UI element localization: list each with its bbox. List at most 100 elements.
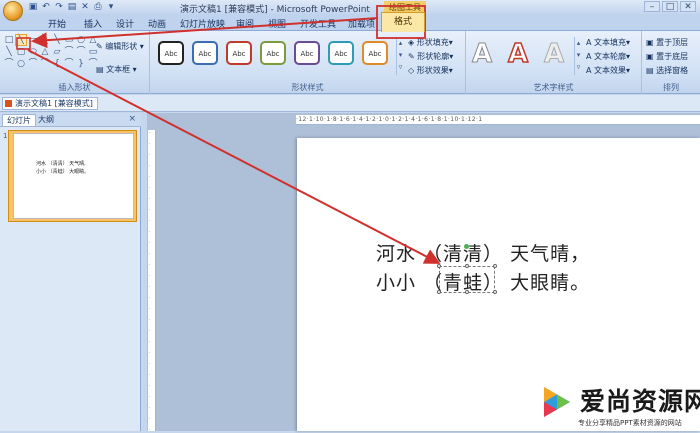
thumb-line-2: 小小 （青蛙） 大眼睛。 [36,169,90,175]
open-icon[interactable]: ▤ [67,2,77,12]
shape-icon[interactable]: ╲ [52,35,62,45]
wordart-style-red[interactable]: A [507,38,529,70]
minimize-button[interactable]: – [644,1,660,12]
shape-icon[interactable]: ╲ [15,34,27,46]
shape-style-preset[interactable]: Abc [158,41,184,65]
textbox-button[interactable]: ▤ 文本框 ▾ [96,64,137,75]
rotation-handle[interactable] [464,244,469,249]
edit-shape-button[interactable]: ✎ 编辑形状 ▾ [96,41,144,52]
undo-icon[interactable]: ↶ [41,2,51,12]
shape-style-preset[interactable]: Abc [362,41,388,65]
shape-icon[interactable]: ○ [16,59,26,69]
shape-icon[interactable]: △ [40,47,50,57]
watermark-logo [544,387,570,417]
wordart-gallery-scroll[interactable]: ▴ ▾ ▿ [574,37,582,75]
shape-icon[interactable]: ╲ [4,47,14,57]
text-effects-button[interactable]: A 文本效果▾ [586,65,630,76]
document-tab[interactable]: 演示文稿1 [兼容模式] [2,97,98,110]
shape-icon[interactable]: ⌒ [64,59,74,69]
shape-icon[interactable]: ▭ [28,35,38,45]
text-fill-button[interactable]: A 文本填充▾ [586,37,630,48]
ruler-tick: · [149,284,151,290]
shape-styles-label: 形状样式 [291,83,324,92]
tab-addins[interactable]: 加载项 [348,17,375,30]
print-icon[interactable]: ⎙ [93,2,103,12]
tab-animation[interactable]: 动画 [148,17,166,30]
quick-access-toolbar: ▣ ↶ ↷ ▤ ✕ ⎙ ▾ [28,1,116,13]
tab-view[interactable]: 视图 [268,17,286,30]
tab-format[interactable]: 格式 [381,12,425,32]
send-back-button[interactable]: ▣ 置于底层 [646,51,688,62]
document-tab-label: 演示文稿1 [兼容模式] [15,99,93,108]
textbox-label: 文本框 [106,65,131,74]
ribbon: □ ╲ ▭ ╲ ╲ ▭ ○ △ ╲ ▢ ⬭ △ ▱ ⌒ ⌒ ▭ ⌒ ○ ⌒ ⌒{⌒} ⌒ ✎ 编辑形状 ▾ ▤ 文本框 … [0,31,700,94]
shape-styles-group: Abc Abc Abc Abc Abc Abc Abc ▴ ▾ ▿ ◈ 形状填充▾ ✎ 形状轮廓… [150,31,466,94]
wordart-style-outline[interactable]: A [471,39,492,70]
save-icon[interactable]: ▣ [28,2,38,12]
send-back-label: 置于底层 [656,52,689,61]
office-button[interactable] [3,1,23,21]
wordart-style-gray[interactable]: A [543,39,564,70]
shape-fill-button[interactable]: ◈ 形状填充▾ [408,37,453,48]
maximize-button[interactable]: □ [662,1,678,12]
tab-design[interactable]: 设计 [116,17,134,30]
slide-thumbnail[interactable]: 河水 （清清） 天气晴, 小小 （青蛙） 大眼睛。 [13,133,134,219]
shape-icon[interactable]: ▢ [16,47,26,57]
shape-icon[interactable]: ⬭ [28,47,38,57]
resize-handle[interactable] [437,290,441,294]
tab-developer[interactable]: 开发工具 [300,17,336,30]
more-icon[interactable]: ▾ [106,2,116,12]
resize-handle[interactable] [437,264,441,268]
shape-icon[interactable]: ⌒ [28,59,38,69]
shape-style-preset[interactable]: Abc [192,41,218,65]
selected-bracket-shape[interactable] [439,266,495,293]
ruler-tick: · [149,251,151,257]
shape-icon[interactable]: ⌒ [40,59,50,69]
pane-close-icon[interactable]: × [128,114,136,124]
tab-home[interactable]: 开始 [48,17,66,30]
shape-icon[interactable]: ○ [76,35,86,45]
shape-style-preset[interactable]: Abc [260,41,286,65]
text-fill-label: 文本填充 [594,38,627,47]
ruler-tick: · [149,427,151,433]
shape-style-preset[interactable]: Abc [294,41,320,65]
tab-slides[interactable]: 幻灯片 [2,114,36,126]
text-outline-button[interactable]: A 文本轮廓▾ [586,51,630,62]
close-button[interactable]: ✕ [680,1,696,12]
ruler-tick: · [149,273,151,279]
tab-slideshow[interactable]: 幻灯片放映 [180,17,225,30]
shape-icon[interactable]: ⌒ [4,59,14,69]
shape-style-preset[interactable]: Abc [328,41,354,65]
close-doc-icon[interactable]: ✕ [80,2,90,12]
redo-icon[interactable]: ↷ [54,2,64,12]
style-gallery-scroll[interactable]: ▴ ▾ ▿ [396,37,404,75]
tab-review[interactable]: 审阅 [236,17,254,30]
shape-fill-label: 形状填充 [416,38,449,47]
ruler-tick: · [149,218,151,224]
slide-text-line-1[interactable]: 河水 （清清） 天气晴， [376,239,590,266]
shape-icon[interactable]: ⌒ [64,47,74,57]
tab-insert[interactable]: 插入 [84,17,102,30]
ruler-tick: · [149,383,151,389]
shape-outline-button[interactable]: ✎ 形状轮廓▾ [408,51,453,62]
shape-style-preset[interactable]: Abc [226,41,252,65]
shape-icon[interactable]: ⌒ [76,47,86,57]
selection-pane-button[interactable]: ▤ 选择窗格 [646,65,688,76]
shape-icon[interactable]: } [76,59,86,69]
ruler-tick: · [149,350,151,356]
resize-handle[interactable] [493,264,497,268]
shape-icon[interactable]: □ [4,35,14,45]
bring-front-button[interactable]: ▣ 置于顶层 [646,37,688,48]
tab-outline[interactable]: 大纲 [34,114,58,126]
ruler-tick: · [149,229,151,235]
shape-icon[interactable]: { [52,59,62,69]
resize-handle[interactable] [493,290,497,294]
ruler-tick: · [149,317,151,323]
resize-handle[interactable] [465,290,469,294]
shape-icon[interactable]: ╲ [40,35,50,45]
shape-icon[interactable]: ▱ [52,47,62,57]
ruler-tick: · [149,394,151,400]
shape-icon[interactable]: ▭ [64,35,74,45]
resize-handle[interactable] [465,264,469,268]
shape-effects-button[interactable]: ◇ 形状效果▾ [408,65,453,76]
